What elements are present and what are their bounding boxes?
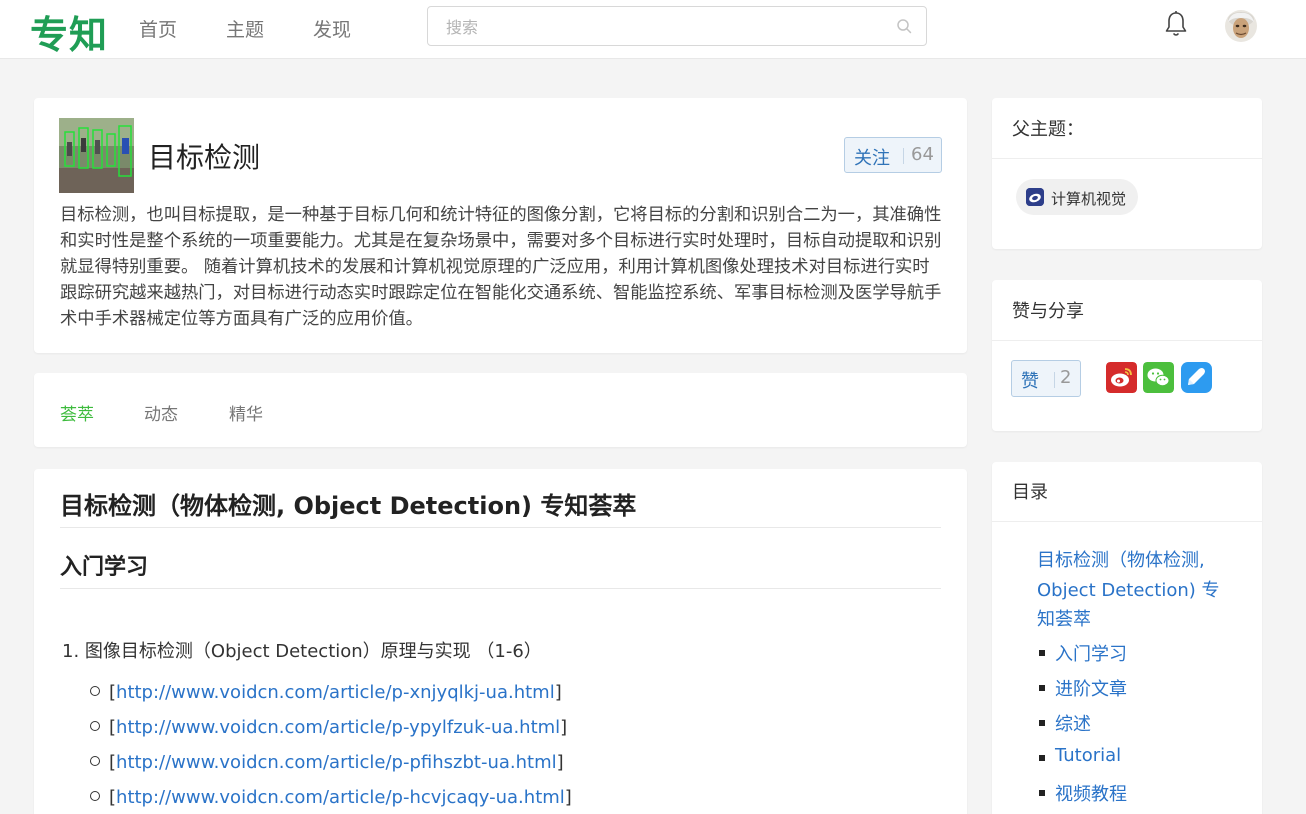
wechat-icon[interactable] bbox=[1143, 362, 1174, 393]
divider bbox=[903, 148, 904, 164]
list-item: [http://www.voidcn.com/article/p-xnjyqlk… bbox=[90, 682, 562, 703]
article-link[interactable]: http://www.voidcn.com/article/p-xnjyqlkj… bbox=[116, 682, 555, 703]
follow-label: 关注 bbox=[854, 148, 890, 169]
nav-home[interactable]: 首页 bbox=[139, 15, 177, 42]
like-count: 2 bbox=[1060, 367, 1072, 388]
toc-link-advanced[interactable]: 进阶文章 bbox=[1055, 675, 1127, 701]
nav-topics[interactable]: 主题 bbox=[226, 15, 264, 42]
article-link[interactable]: http://www.voidcn.com/article/p-ypylfzuk… bbox=[116, 717, 560, 738]
top-navbar: 专知 首页 主题 发现 bbox=[0, 0, 1306, 59]
like-button[interactable]: 赞 2 bbox=[1011, 360, 1081, 397]
article-link[interactable]: http://www.voidcn.com/article/p-hcvjcaqy… bbox=[116, 787, 565, 808]
tab-activity[interactable]: 动态 bbox=[144, 400, 178, 425]
parent-topic-card: 父主题： 计算机视觉 bbox=[992, 98, 1262, 249]
toc-link-tutorial[interactable]: Tutorial bbox=[1055, 745, 1121, 766]
bullet bbox=[90, 756, 100, 766]
like-label: 赞 bbox=[1021, 371, 1039, 392]
site-logo[interactable]: 专知 bbox=[30, 4, 108, 59]
toc-heading: 目录 bbox=[1012, 482, 1048, 503]
list-item: [http://www.voidcn.com/article/p-ypylfzu… bbox=[90, 717, 567, 738]
list-item: 1. 图像目标检测（Object Detection）原理与实现 （1-6） bbox=[62, 641, 542, 662]
bullet bbox=[1039, 720, 1045, 726]
nav-discover[interactable]: 发现 bbox=[313, 15, 351, 42]
bullet bbox=[1039, 755, 1045, 761]
follow-button[interactable]: 关注 64 bbox=[844, 137, 942, 173]
list-item: [http://www.voidcn.com/article/p-hcvjcaq… bbox=[90, 787, 572, 808]
bell-icon[interactable] bbox=[1163, 10, 1189, 38]
topic-description: 目标检测，也叫目标提取，是一种基于目标几何和统计特征的图像分割，它将目标的分割和… bbox=[60, 205, 942, 329]
bullet bbox=[90, 686, 100, 696]
content-card: 目标检测（物体检测, Object Detection) 专知荟萃 入门学习 1… bbox=[34, 469, 967, 814]
toc-link-survey[interactable]: 综述 bbox=[1055, 710, 1091, 736]
section-title: 入门学习 bbox=[60, 555, 149, 580]
tab-digest[interactable]: 荟萃 bbox=[60, 400, 94, 425]
qq-icon[interactable] bbox=[1181, 362, 1212, 393]
weibo-icon[interactable] bbox=[1106, 362, 1137, 393]
like-share-card: 赞与分享 赞 2 bbox=[992, 280, 1262, 431]
toc-link-video[interactable]: 视频教程 bbox=[1055, 780, 1127, 806]
parent-topic-label: 计算机视觉 bbox=[1051, 190, 1127, 208]
divider bbox=[992, 158, 1262, 159]
article-link[interactable]: http://www.voidcn.com/article/p-pfihszbt… bbox=[116, 752, 557, 773]
search-box bbox=[427, 6, 927, 46]
topic-title: 目标检测 bbox=[148, 141, 261, 174]
divider bbox=[60, 527, 941, 528]
bullet bbox=[1039, 790, 1045, 796]
toc-link-main[interactable]: 目标检测（物体检测, Object Detection) 专知荟萃 bbox=[1037, 546, 1237, 635]
topic-card: 目标检测 关注 64 目标检测，也叫目标提取，是一种基于目标几何和统计特征的图像… bbox=[34, 98, 967, 353]
toc-link-intro[interactable]: 入门学习 bbox=[1055, 640, 1127, 666]
topic-image bbox=[59, 118, 134, 193]
user-avatar[interactable] bbox=[1225, 10, 1257, 42]
parent-topic-chip[interactable]: 计算机视觉 bbox=[1016, 179, 1138, 215]
like-share-heading: 赞与分享 bbox=[1012, 301, 1084, 322]
divider bbox=[992, 521, 1262, 522]
toc-card: 目录 目标检测（物体检测, Object Detection) 专知荟萃 入门学… bbox=[992, 462, 1262, 814]
follow-count: 64 bbox=[911, 144, 934, 165]
bullet bbox=[1039, 650, 1045, 656]
content-title: 目标检测（物体检测, Object Detection) 专知荟萃 bbox=[60, 492, 637, 520]
divider bbox=[992, 340, 1262, 341]
bullet bbox=[90, 791, 100, 801]
topic-icon bbox=[1026, 188, 1044, 206]
tabs-card: 荟萃 动态 精华 bbox=[34, 373, 967, 447]
divider bbox=[60, 588, 941, 589]
bullet bbox=[1039, 685, 1045, 691]
search-icon[interactable] bbox=[896, 18, 912, 34]
search-input[interactable] bbox=[446, 16, 886, 38]
bullet bbox=[90, 721, 100, 731]
list-item: [http://www.voidcn.com/article/p-pfihszb… bbox=[90, 752, 564, 773]
divider bbox=[1054, 372, 1055, 388]
parent-topic-heading: 父主题： bbox=[1012, 119, 1084, 140]
tab-essence[interactable]: 精华 bbox=[229, 400, 263, 425]
